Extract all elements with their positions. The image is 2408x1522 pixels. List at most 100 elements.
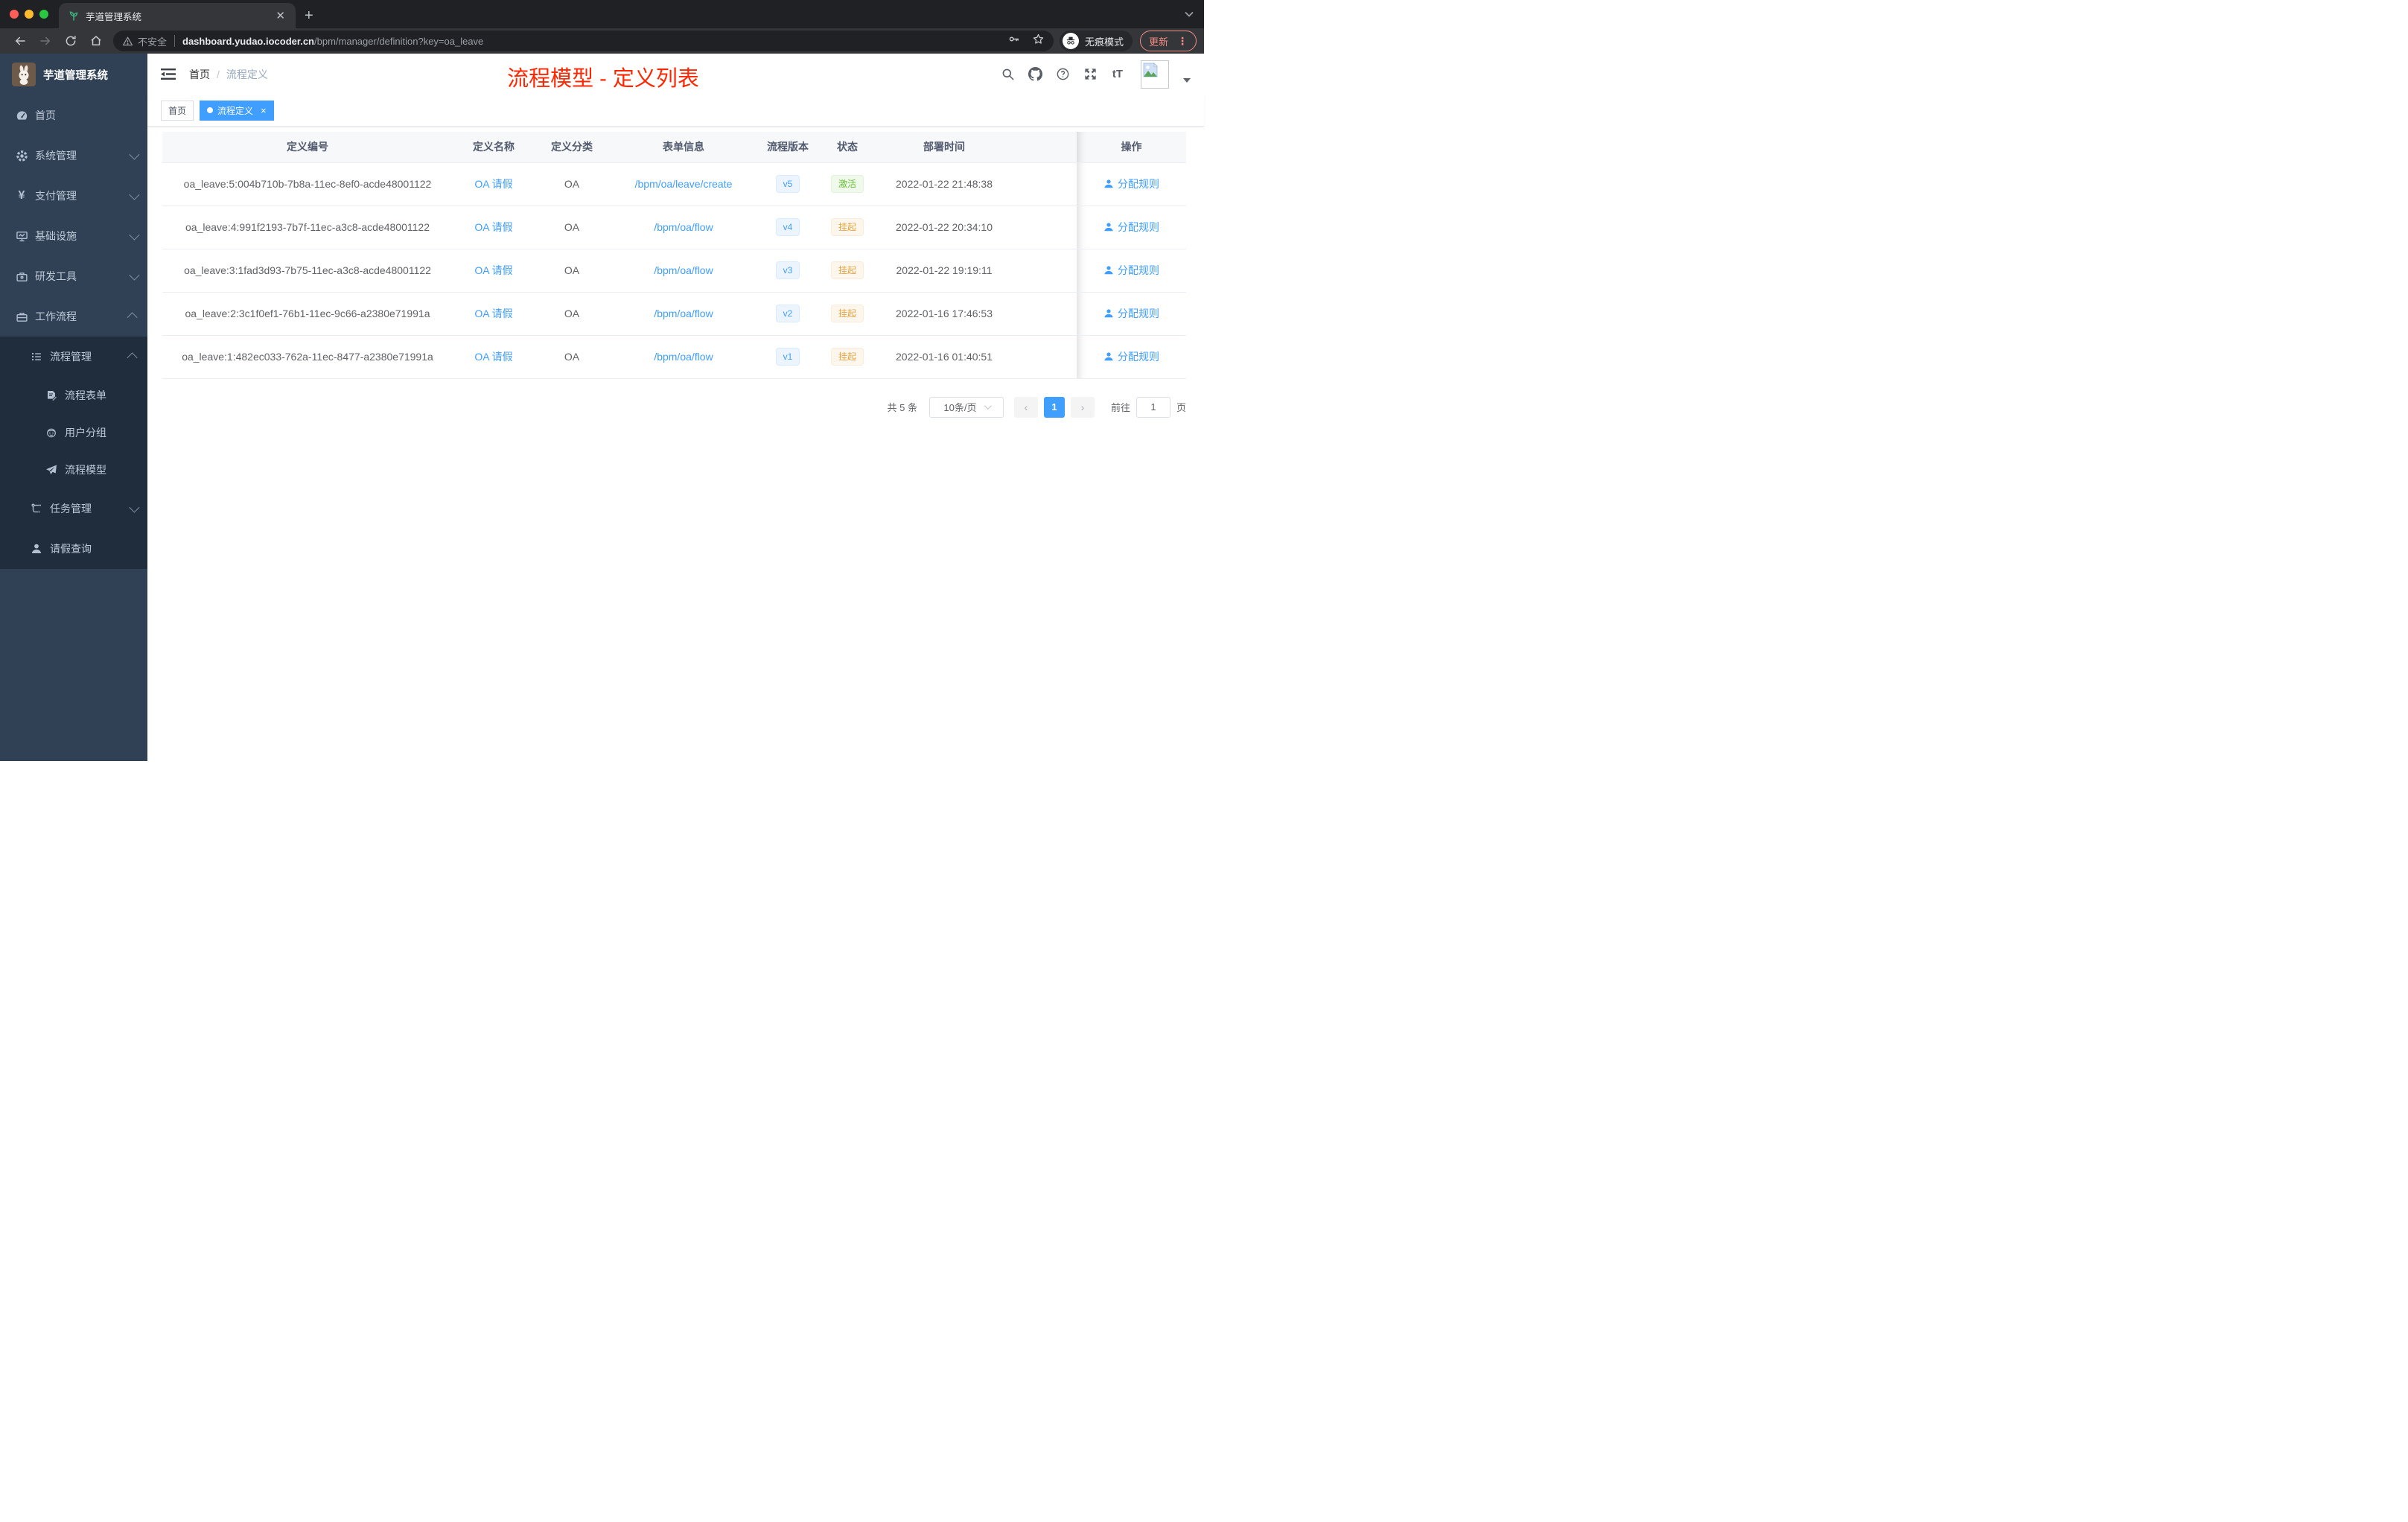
col-definition-name: 定义名称 (453, 132, 535, 163)
user-icon (1104, 223, 1113, 232)
definition-name-link[interactable]: OA 请假 (474, 178, 512, 190)
sidebar-item-task-management[interactable]: 任务管理 (0, 488, 147, 529)
github-icon[interactable] (1028, 67, 1042, 82)
assign-rule-link[interactable]: 分配规则 (1103, 220, 1159, 235)
url-path: /bpm/manager/definition?key=oa_leave (314, 35, 484, 47)
update-button[interactable]: 更新 ⋮ (1139, 31, 1197, 51)
sidebar-item-devtools[interactable]: 研发工具 (0, 256, 147, 296)
tag-home[interactable]: 首页 (161, 100, 194, 121)
sidebar-item-workflow[interactable]: 工作流程 (0, 296, 147, 337)
sidebar-item-home[interactable]: 首页 (0, 95, 147, 136)
breadcrumb-current: 流程定义 (226, 68, 268, 80)
assign-rule-link[interactable]: 分配规则 (1103, 306, 1159, 321)
sidebar-logo[interactable]: 芋道管理系统 (0, 54, 147, 95)
definition-id: oa_leave:1:482ec033-762a-11ec-8477-a2380… (162, 335, 453, 379)
assign-rule-link[interactable]: 分配规则 (1103, 176, 1159, 191)
next-page-button[interactable]: › (1070, 396, 1095, 418)
definition-category: OA (535, 292, 609, 336)
url-host: dashboard.yudao.iocoder.cn (182, 35, 314, 47)
help-icon[interactable] (1055, 67, 1070, 82)
total-count: 共 5 条 (887, 402, 917, 413)
page-size-value: 10条/页 (943, 402, 977, 413)
assign-rule-link[interactable]: 分配规则 (1103, 349, 1159, 364)
goto-page-input[interactable] (1135, 396, 1170, 418)
home-icon[interactable] (83, 31, 109, 51)
window-zoom-button[interactable] (39, 10, 48, 19)
monitor-icon (15, 229, 28, 243)
browser-menu-icon[interactable]: ⋮ (1177, 35, 1188, 48)
form-link[interactable]: /bpm/oa/flow (654, 221, 713, 233)
chevron-down-icon (129, 149, 140, 160)
deploy-time: 2022-01-22 20:34:10 (877, 206, 1011, 249)
sidebar-item-user-group[interactable]: 用户分组 (0, 414, 147, 451)
annotation-text: 流程模型 - 定义列表 (507, 67, 699, 91)
page-unit-label: 页 (1176, 402, 1186, 413)
font-size-icon[interactable]: tT (1110, 67, 1125, 82)
prev-page-button[interactable]: ‹ (1013, 396, 1038, 418)
flow-icon (30, 502, 43, 515)
tab-title: 芋道管理系统 (86, 11, 142, 22)
robot-icon (45, 426, 58, 439)
browser-tab[interactable]: 芋道管理系统 ✕ (59, 3, 296, 28)
back-icon[interactable] (7, 31, 33, 51)
caret-down-icon[interactable] (1183, 77, 1191, 83)
sidebar-item-infra[interactable]: 基础设施 (0, 216, 147, 256)
search-icon[interactable] (1000, 67, 1015, 82)
fullscreen-icon[interactable] (1083, 67, 1098, 82)
collapse-sidebar-icon[interactable] (161, 68, 176, 81)
list-icon (30, 350, 43, 363)
definition-id: oa_leave:4:991f2193-7b7f-11ec-a3c8-acde4… (162, 206, 453, 249)
definition-name-link[interactable]: OA 请假 (474, 308, 512, 319)
sidebar-item-label: 工作流程 (35, 311, 77, 322)
col-definition-category: 定义分类 (535, 132, 609, 163)
definition-name-link[interactable]: OA 请假 (474, 351, 512, 363)
sidebar-item-leave-query[interactable]: 请假查询 (0, 529, 147, 569)
window-minimize-button[interactable] (25, 10, 34, 19)
breadcrumb: 首页 / 流程定义 (189, 67, 268, 82)
page-header: 首页 / 流程定义 流程模型 - 定义列表 tT (147, 54, 1204, 95)
tag-close-icon[interactable]: × (261, 105, 267, 116)
sidebar-item-system[interactable]: 系统管理 (0, 136, 147, 176)
key-icon[interactable] (1007, 33, 1020, 49)
security-status[interactable]: 不安全 (122, 34, 167, 48)
security-label: 不安全 (138, 36, 168, 48)
page-1-button[interactable]: 1 (1043, 396, 1065, 418)
workflow-submenu: 流程管理 流程表单 用户分组 流程模型 任务管理 请假查询 (0, 337, 147, 569)
window-close-button[interactable] (10, 10, 19, 19)
sidebar-item-process-model[interactable]: 流程模型 (0, 451, 147, 488)
url-divider (174, 35, 176, 47)
deploy-time: 2022-01-16 01:40:51 (877, 335, 1011, 379)
sidebar-item-label: 系统管理 (35, 150, 77, 162)
definition-name-link[interactable]: OA 请假 (474, 264, 512, 276)
address-bar[interactable]: 不安全 dashboard.yudao.iocoder.cn /bpm/mana… (113, 31, 1054, 51)
sidebar-item-process-management[interactable]: 流程管理 (0, 337, 147, 377)
form-link[interactable]: /bpm/oa/flow (654, 264, 713, 276)
new-tab-button[interactable]: + (305, 8, 313, 23)
col-form-info: 表单信息 (609, 132, 758, 163)
sidebar-item-label: 基础设施 (35, 230, 77, 242)
table-header-row: 定义编号 定义名称 定义分类 表单信息 流程版本 状态 部署时间 操作 (162, 132, 1186, 163)
reload-icon[interactable] (58, 31, 83, 51)
form-link[interactable]: /bpm/oa/flow (654, 308, 713, 319)
tab-close-icon[interactable]: ✕ (273, 9, 288, 23)
breadcrumb-home[interactable]: 首页 (189, 67, 210, 82)
form-link[interactable]: /bpm/oa/leave/create (635, 178, 733, 190)
page-size-select[interactable]: 10条/页 (929, 396, 1004, 418)
tab-list-chevron-icon[interactable] (1185, 7, 1194, 21)
pagination: 共 5 条 10条/页 ‹ 1 › 前往 页 (147, 396, 1186, 418)
forward-icon[interactable] (33, 31, 58, 51)
sidebar-item-label: 任务管理 (50, 503, 92, 515)
sidebar-item-label: 支付管理 (35, 190, 77, 202)
tag-process-definition[interactable]: 流程定义 × (200, 100, 274, 121)
sidebar-item-label: 首页 (35, 109, 56, 121)
definition-category: OA (535, 206, 609, 249)
browser-toolbar: 不安全 dashboard.yudao.iocoder.cn /bpm/mana… (0, 28, 1204, 54)
avatar[interactable] (1141, 60, 1169, 89)
bookmark-star-icon[interactable] (1032, 33, 1045, 49)
assign-rule-link[interactable]: 分配规则 (1103, 263, 1159, 278)
sidebar-item-process-form[interactable]: 流程表单 (0, 377, 147, 414)
tag-label: 流程定义 (217, 105, 254, 116)
definition-name-link[interactable]: OA 请假 (474, 221, 512, 233)
sidebar-item-payment[interactable]: ¥ 支付管理 (0, 176, 147, 216)
form-link[interactable]: /bpm/oa/flow (654, 351, 713, 363)
